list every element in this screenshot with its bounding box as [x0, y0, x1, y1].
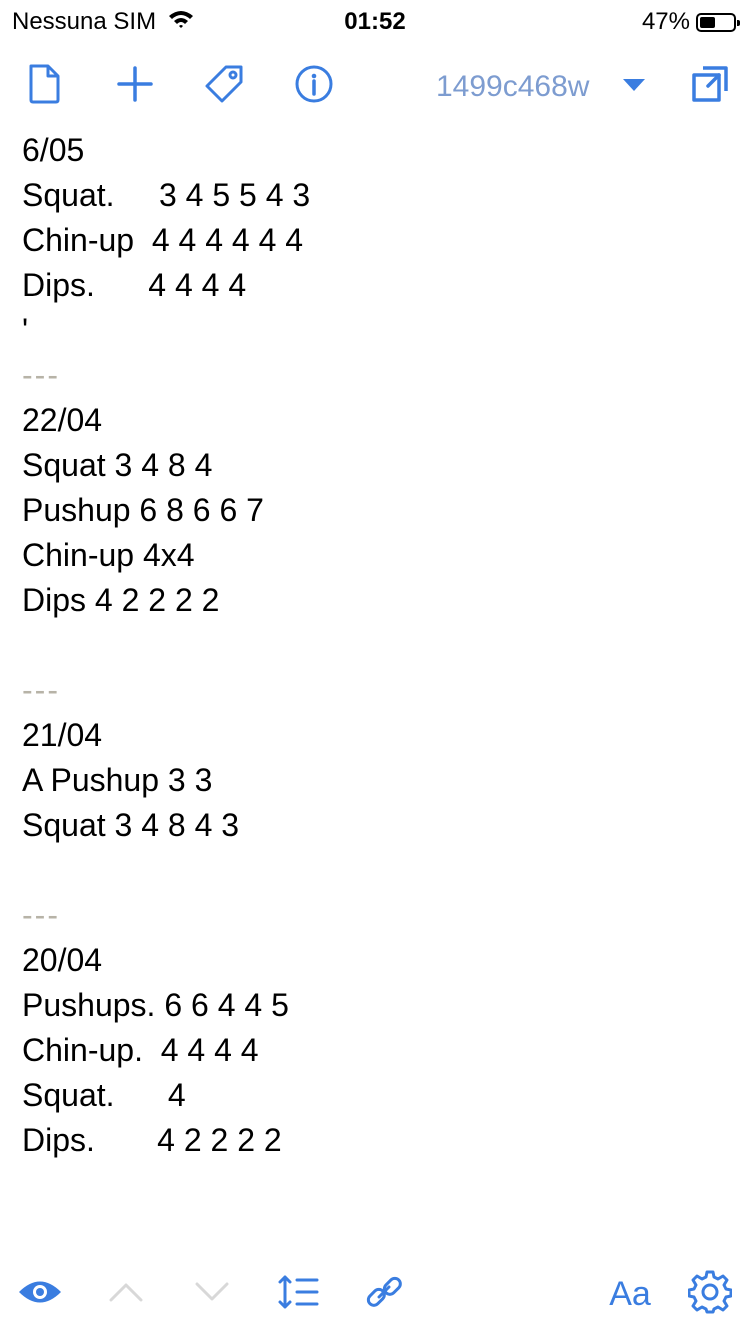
preview-button[interactable] — [16, 1270, 64, 1318]
expand-icon — [691, 65, 729, 108]
separator-line: --- — [22, 897, 60, 933]
new-document-icon — [27, 64, 61, 109]
note-line: Dips 4 2 2 2 2 — [22, 582, 220, 618]
note-line: 6/05 — [22, 132, 85, 168]
status-time: 01:52 — [344, 8, 406, 35]
status-bar: Nessuna SIM 01:52 47% — [0, 0, 750, 40]
dropdown-caret-icon[interactable] — [622, 78, 646, 97]
note-line: 20/04 — [22, 942, 103, 978]
note-line: Squat 3 4 8 4 3 — [22, 807, 240, 843]
note-line: Pushups. 6 6 4 4 5 — [22, 987, 289, 1023]
note-line: Pushup 6 8 6 6 7 — [22, 492, 264, 528]
info-icon — [294, 64, 334, 109]
new-document-button[interactable] — [22, 64, 66, 108]
note-line: Squat 3 4 8 4 — [22, 447, 213, 483]
info-button[interactable] — [292, 64, 336, 108]
line-spacing-button[interactable] — [274, 1270, 322, 1318]
top-toolbar: 1499c468w — [0, 56, 750, 116]
tag-icon — [204, 64, 244, 109]
eye-icon — [17, 1277, 63, 1312]
note-line: Squat. 3 4 5 5 4 3 — [22, 177, 311, 213]
previous-button[interactable] — [102, 1270, 150, 1318]
note-line: Dips. 4 2 2 2 2 — [22, 1122, 282, 1158]
separator-line: --- — [22, 672, 60, 708]
line-spacing-icon — [277, 1274, 319, 1315]
note-line: Chin-up 4x4 — [22, 537, 195, 573]
expand-button[interactable] — [688, 64, 732, 108]
link-icon — [364, 1272, 404, 1317]
note-line: 22/04 — [22, 402, 103, 438]
tag-button[interactable] — [202, 64, 246, 108]
note-line: Chin-up 4 4 4 4 4 4 — [22, 222, 304, 258]
document-title[interactable]: 1499c468w — [436, 70, 589, 104]
font-size-icon: Aa — [609, 1274, 651, 1313]
gear-icon — [687, 1270, 733, 1319]
link-button[interactable] — [360, 1270, 408, 1318]
next-button[interactable] — [188, 1270, 236, 1318]
battery-icon — [696, 12, 740, 32]
plus-icon — [117, 65, 153, 107]
note-line: A Pushup 3 3 — [22, 762, 213, 798]
settings-button[interactable] — [686, 1270, 734, 1318]
note-line: Squat. 4 — [22, 1077, 186, 1113]
bottom-toolbar: Aa — [0, 1264, 750, 1324]
add-button[interactable] — [113, 64, 157, 108]
note-line: Dips. 4 4 4 4 — [22, 267, 247, 303]
battery-percent: 47% — [641, 8, 690, 35]
separator-line: --- — [22, 357, 60, 393]
note-line — [22, 623, 722, 668]
font-size-button[interactable]: Aa — [606, 1270, 654, 1318]
note-editor[interactable]: 6/05 Squat. 3 4 5 5 4 3 Chin-up 4 4 4 4 4 … — [22, 128, 722, 1163]
note-line: ' — [22, 312, 29, 348]
note-line: 21/04 — [22, 717, 103, 753]
chevron-down-icon — [195, 1282, 229, 1307]
note-line — [22, 848, 722, 893]
chevron-up-icon — [109, 1282, 143, 1307]
note-line: Chin-up. 4 4 4 4 — [22, 1032, 259, 1068]
status-right: 47% — [641, 8, 740, 36]
